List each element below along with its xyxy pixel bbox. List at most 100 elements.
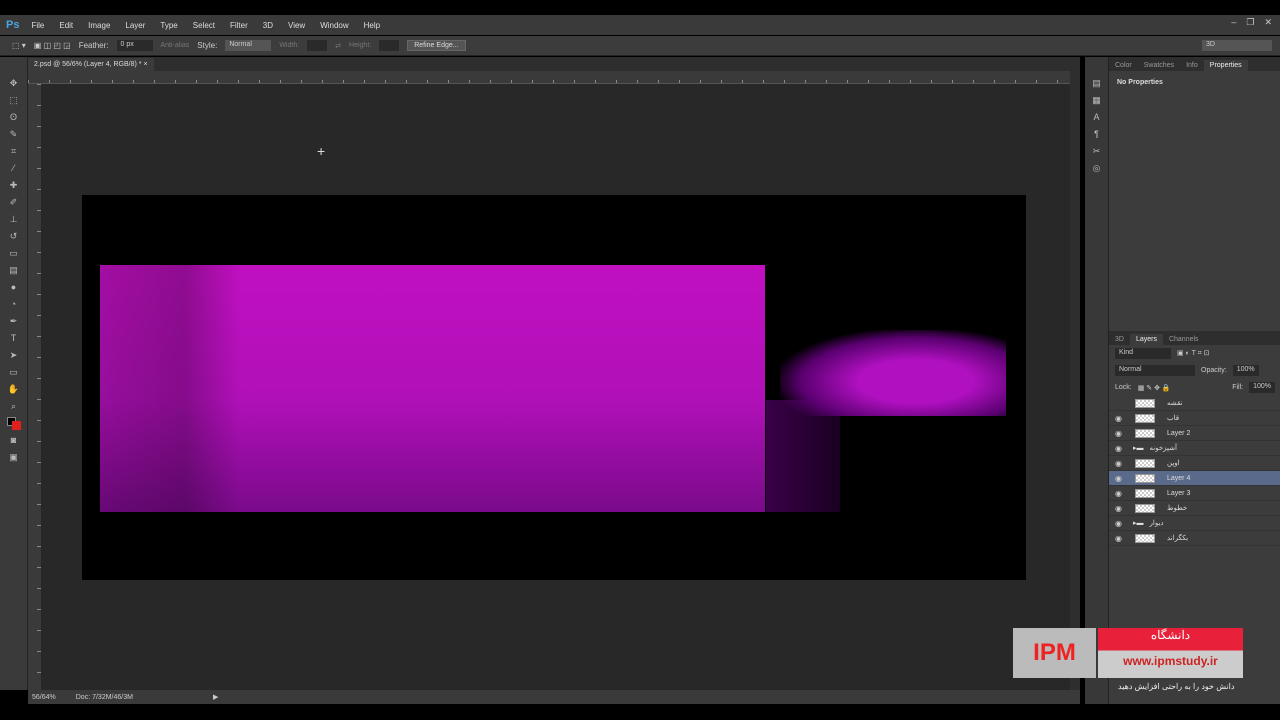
layer-row[interactable]: ◉ Layer 3 <box>1109 486 1280 501</box>
fill-input[interactable]: 100% <box>1249 382 1275 393</box>
antialias-checkbox[interactable]: Anti-alias <box>161 42 190 49</box>
layers-panel: 3D Layers Channels Kind ▣ ◐ T ⌗ ⊡ Normal O… <box>1109 331 1280 546</box>
menu-type[interactable]: Type <box>160 21 177 30</box>
menu-help[interactable]: Help <box>364 21 380 30</box>
layer-row[interactable]: ◉ Layer 4 <box>1109 471 1280 486</box>
layer-row[interactable]: نقشه <box>1109 396 1280 411</box>
lasso-tool-icon[interactable]: ʘ <box>6 111 22 123</box>
marquee-tool-icon[interactable]: ⬚ ▾ <box>12 41 26 50</box>
tab-layers[interactable]: Layers <box>1129 334 1163 345</box>
layer-kind-filter[interactable]: Kind <box>1115 348 1171 359</box>
stamp-tool-icon[interactable]: ⊥ <box>6 213 22 225</box>
workspace-select[interactable]: 3D <box>1202 40 1272 51</box>
quick-select-tool-icon[interactable]: ✎ <box>6 128 22 140</box>
hand-tool-icon[interactable]: ✋ <box>6 383 22 395</box>
shape-tool-icon[interactable]: ▭ <box>6 366 22 378</box>
watermark-banner: دانشگاه www.ipmstudy.ir <box>1098 628 1243 678</box>
layer-row[interactable]: ◉ Layer 2 <box>1109 426 1280 441</box>
width-input[interactable] <box>307 40 328 51</box>
visibility-eye-icon[interactable]: ◉ <box>1115 489 1127 498</box>
quick-mask-icon[interactable]: ◙ <box>6 434 22 446</box>
layer-name: نقشه <box>1167 400 1183 407</box>
menu-window[interactable]: Window <box>320 21 348 30</box>
tools-preset-icon[interactable]: ✂ <box>1089 145 1105 157</box>
refine-edge-button[interactable]: Refine Edge... <box>407 40 466 51</box>
close-tab-icon[interactable]: × <box>143 61 147 68</box>
visibility-eye-icon[interactable]: ◉ <box>1115 429 1127 438</box>
tab-properties[interactable]: Properties <box>1203 60 1248 71</box>
close-button[interactable]: ✕ <box>1264 17 1272 28</box>
layer-row[interactable]: ◉ خطوط <box>1109 501 1280 516</box>
path-select-icon[interactable]: ➤ <box>6 349 22 361</box>
layer-row[interactable]: ◉ اوپن <box>1109 456 1280 471</box>
swap-icon[interactable]: ⇄ <box>335 42 341 50</box>
watermark-title: دانشگاه <box>1150 628 1191 642</box>
layer-name: Layer 4 <box>1167 474 1191 482</box>
minimize-button[interactable]: – <box>1231 17 1236 28</box>
marquee-tool-icon[interactable]: ⬚ <box>6 94 22 106</box>
document-tab[interactable]: 2.psd @ 56/6% (Layer 4, RGB/8) * × <box>28 58 154 71</box>
eyedropper-tool-icon[interactable]: ⁄ <box>6 162 22 174</box>
menu-select[interactable]: Select <box>193 21 215 30</box>
healing-tool-icon[interactable]: ✚ <box>6 179 22 191</box>
menu-edit[interactable]: Edit <box>59 21 73 30</box>
visibility-eye-icon[interactable]: ◉ <box>1115 534 1127 543</box>
menu-3d[interactable]: 3D <box>263 21 273 30</box>
watermark-url: www.ipmstudy.ir <box>1123 654 1218 668</box>
tab-3d[interactable]: 3D <box>1109 334 1130 345</box>
pen-tool-icon[interactable]: ✒ <box>6 315 22 327</box>
character-panel-icon[interactable]: A <box>1089 111 1105 123</box>
history-brush-icon[interactable]: ↺ <box>6 230 22 242</box>
tab-channels[interactable]: Channels <box>1163 334 1205 345</box>
layer-row[interactable]: ◉ بکگراند <box>1109 531 1280 546</box>
tab-swatches[interactable]: Swatches <box>1138 60 1180 71</box>
menu-filter[interactable]: Filter <box>230 21 248 30</box>
visibility-eye-icon[interactable]: ◉ <box>1115 444 1127 453</box>
menu-view[interactable]: View <box>288 21 305 30</box>
move-tool-icon[interactable]: ✥ <box>6 77 22 89</box>
layer-row[interactable]: ◉ قاب <box>1109 411 1280 426</box>
visibility-eye-icon[interactable]: ◉ <box>1115 504 1127 513</box>
vertical-scrollbar[interactable] <box>1070 71 1080 690</box>
tab-info[interactable]: Info <box>1180 60 1204 71</box>
zoom-tool-icon[interactable]: ⌕ <box>6 400 22 412</box>
status-menu-arrow-icon[interactable]: ▶ <box>213 693 218 701</box>
history-panel-icon[interactable]: ▤ <box>1089 77 1105 89</box>
color-swatches[interactable] <box>6 417 22 430</box>
lock-icons[interactable]: ▦ ✎ ✥ 🔒 <box>1138 384 1171 392</box>
opacity-label: Opacity: <box>1201 367 1227 374</box>
visibility-eye-icon[interactable]: ◉ <box>1115 459 1127 468</box>
layer-thumbnail <box>1135 488 1155 498</box>
visibility-eye-icon[interactable]: ◉ <box>1115 519 1127 528</box>
ipm-watermark: IPM دانشگاه www.ipmstudy.ir دانش خود را ب… <box>1013 628 1253 691</box>
blur-tool-icon[interactable]: ● <box>6 281 22 293</box>
gradient-tool-icon[interactable]: ▤ <box>6 264 22 276</box>
menu-file[interactable]: File <box>31 21 44 30</box>
zoom-level[interactable]: 56/64% <box>32 694 56 701</box>
screen-mode-icon[interactable]: ▣ <box>6 451 22 463</box>
paragraph-panel-icon[interactable]: ¶ <box>1089 128 1105 140</box>
blend-mode-select[interactable]: Normal <box>1115 365 1195 376</box>
3d-panel-icon[interactable]: ◎ <box>1089 162 1105 174</box>
maximize-button[interactable]: ❐ <box>1246 17 1254 28</box>
menu-image[interactable]: Image <box>88 21 110 30</box>
selection-mode-icons[interactable]: ▣ ◫ ◰ ◲ <box>34 41 71 50</box>
visibility-eye-icon[interactable]: ◉ <box>1115 414 1127 423</box>
type-tool-icon[interactable]: T <box>6 332 22 344</box>
style-select[interactable]: Normal <box>225 40 272 51</box>
menu-layer[interactable]: Layer <box>125 21 145 30</box>
height-input[interactable] <box>379 40 400 51</box>
eraser-tool-icon[interactable]: ▭ <box>6 247 22 259</box>
visibility-eye-icon[interactable]: ◉ <box>1115 474 1127 483</box>
opacity-input[interactable]: 100% <box>1232 365 1259 376</box>
dodge-tool-icon[interactable]: ◔ <box>6 298 22 310</box>
brush-tool-icon[interactable]: ✐ <box>6 196 22 208</box>
properties-panel: Color Swatches Info Properties No Proper… <box>1109 57 1280 315</box>
filter-icons[interactable]: ▣ ◐ T ⌗ ⊡ <box>1177 349 1209 358</box>
actions-panel-icon[interactable]: ▦ <box>1089 94 1105 106</box>
tab-color[interactable]: Color <box>1109 60 1138 71</box>
crop-tool-icon[interactable]: ⌗ <box>6 145 22 157</box>
feather-input[interactable]: 0 px <box>116 40 153 51</box>
layer-row[interactable]: ◉ ▸▬ آشپزخونه <box>1109 441 1280 456</box>
layer-row[interactable]: ◉ ▸▬ دیوار <box>1109 516 1280 531</box>
